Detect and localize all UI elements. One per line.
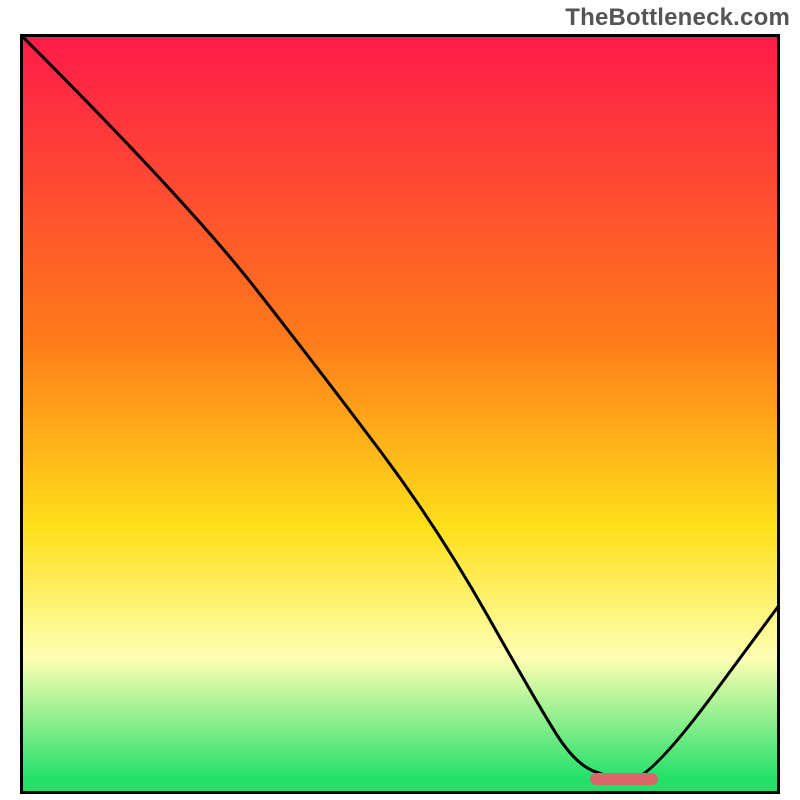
chart-root: TheBottleneck.com xyxy=(0,0,800,800)
optimum-marker xyxy=(590,773,658,785)
watermark-text: TheBottleneck.com xyxy=(565,4,790,32)
curve-overlay xyxy=(20,34,780,794)
bottleneck-curve-path xyxy=(20,34,780,779)
plot-area xyxy=(20,34,780,794)
